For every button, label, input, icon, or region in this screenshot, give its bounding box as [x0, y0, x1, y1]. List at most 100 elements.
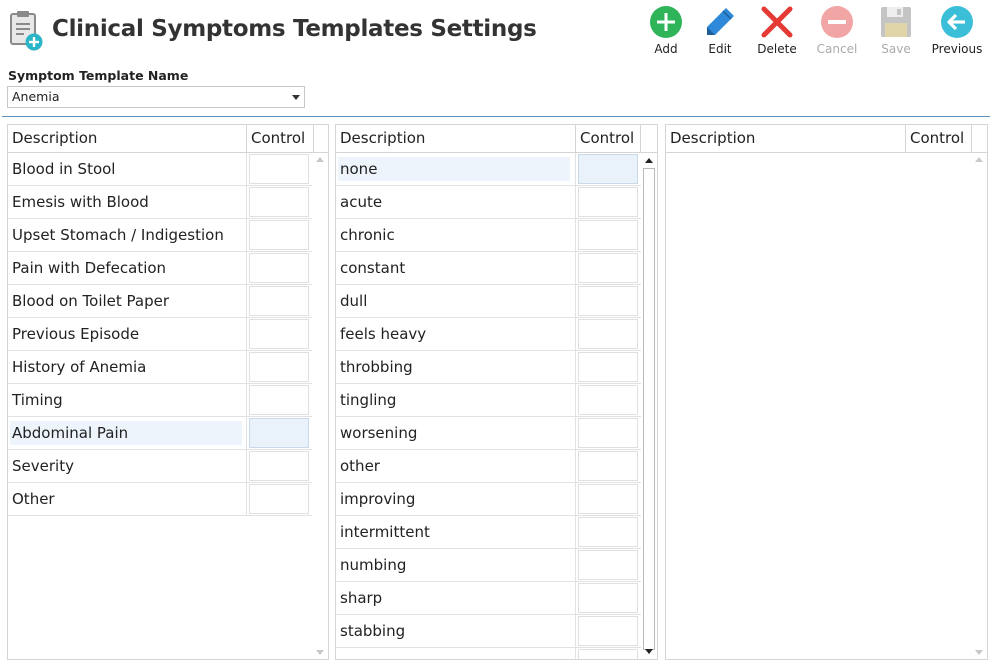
table-row[interactable]: Emesis with Blood: [8, 186, 312, 219]
close-x-icon: [761, 6, 793, 38]
table-row[interactable]: dull: [336, 285, 641, 318]
table-row[interactable]: Upset Stomach / Indigestion: [8, 219, 312, 252]
control-cell[interactable]: [578, 352, 638, 382]
cancel-label: Cancel: [816, 42, 858, 56]
row-description: throbbing: [340, 358, 413, 376]
control-cell[interactable]: [578, 616, 638, 646]
table-row[interactable]: Blood on Toilet Paper: [8, 285, 312, 318]
control-column-header[interactable]: Control: [905, 125, 971, 152]
control-cell[interactable]: [578, 385, 638, 415]
template-name-dropdown[interactable]: Anemia: [7, 86, 305, 108]
control-cell[interactable]: [578, 583, 638, 613]
control-cell[interactable]: [578, 220, 638, 250]
control-cell[interactable]: [578, 517, 638, 547]
row-description: Emesis with Blood: [12, 193, 149, 211]
control-cell[interactable]: [249, 154, 309, 184]
scroll-up-arrow-icon[interactable]: [645, 158, 653, 163]
table-row[interactable]: acute: [336, 186, 641, 219]
scroll-down-arrow-icon[interactable]: [645, 649, 653, 654]
symptom-list-grid: Description Control Blood in Stool Emesi…: [7, 124, 329, 660]
scrollbar-thumb[interactable]: [643, 168, 655, 650]
vertical-scrollbar[interactable]: [641, 153, 657, 659]
template-document-icon: [8, 10, 44, 52]
cancel-button[interactable]: Cancel: [807, 5, 867, 56]
control-cell[interactable]: [249, 385, 309, 415]
table-row[interactable]: improving: [336, 483, 641, 516]
control-cell[interactable]: [578, 319, 638, 349]
control-cell[interactable]: [249, 253, 309, 283]
grid-header: Description Control: [8, 125, 328, 153]
table-row[interactable]: Severity: [8, 450, 312, 483]
delete-button[interactable]: Delete: [747, 5, 807, 56]
table-row[interactable]: Pain with Defecation: [8, 252, 312, 285]
table-row[interactable]: other: [336, 450, 641, 483]
row-description: sharp: [340, 589, 383, 607]
control-cell[interactable]: [578, 154, 638, 184]
control-cell[interactable]: [578, 253, 638, 283]
add-button[interactable]: Add: [636, 5, 696, 56]
control-cell[interactable]: [249, 418, 309, 448]
table-row[interactable]: History of Anemia: [8, 351, 312, 384]
control-cell[interactable]: [578, 550, 638, 580]
table-row[interactable]: throbbing: [336, 351, 641, 384]
description-column-header[interactable]: Description: [8, 125, 246, 152]
table-row[interactable]: tingling: [336, 384, 641, 417]
control-cell[interactable]: [578, 484, 638, 514]
scroll-down-arrow-icon[interactable]: [975, 650, 983, 655]
control-column-header[interactable]: Control: [246, 125, 313, 152]
table-row[interactable]: Other: [8, 483, 312, 516]
vertical-scrollbar[interactable]: [312, 153, 328, 659]
delete-label: Delete: [757, 42, 797, 56]
table-row[interactable]: feels heavy: [336, 318, 641, 351]
row-description: numbing: [340, 556, 407, 574]
control-cell[interactable]: [249, 451, 309, 481]
control-cell[interactable]: [249, 286, 309, 316]
table-row[interactable]: constant: [336, 252, 641, 285]
table-row-partial[interactable]: [336, 648, 641, 659]
edit-button[interactable]: Edit: [690, 5, 750, 56]
control-cell[interactable]: [249, 484, 309, 514]
vertical-scrollbar[interactable]: [971, 153, 987, 659]
control-cell[interactable]: [249, 352, 309, 382]
table-row[interactable]: numbing: [336, 549, 641, 582]
table-row[interactable]: sharp: [336, 582, 641, 615]
chevron-down-icon[interactable]: [292, 95, 300, 100]
row-description: improving: [340, 490, 416, 508]
row-description: Previous Episode: [12, 325, 140, 343]
scroll-down-arrow-icon[interactable]: [316, 650, 324, 655]
control-cell[interactable]: [578, 649, 638, 659]
grid-header: Description Control: [666, 125, 987, 153]
row-description: tingling: [340, 391, 397, 409]
scroll-up-arrow-icon[interactable]: [975, 157, 983, 162]
table-row-selected[interactable]: none: [336, 153, 641, 186]
table-row[interactable]: worsening: [336, 417, 641, 450]
control-cell[interactable]: [249, 220, 309, 250]
table-row[interactable]: chronic: [336, 219, 641, 252]
table-row-selected[interactable]: Abdominal Pain: [8, 417, 312, 450]
table-row[interactable]: intermittent: [336, 516, 641, 549]
scroll-up-arrow-icon[interactable]: [316, 157, 324, 162]
row-description: other: [340, 457, 380, 475]
table-row[interactable]: Previous Episode: [8, 318, 312, 351]
row-description: Pain with Defecation: [12, 259, 167, 277]
control-cell[interactable]: [578, 451, 638, 481]
previous-button[interactable]: Previous: [927, 5, 987, 56]
toolbar: Add Edit Delete Cancel Save Previous: [630, 5, 991, 61]
description-column-header[interactable]: Description: [666, 125, 905, 152]
save-button[interactable]: Save: [866, 5, 926, 56]
row-description: chronic: [340, 226, 395, 244]
header-scroll-spacer: [971, 125, 987, 152]
template-name-value: Anemia: [12, 89, 60, 104]
row-description: Blood on Toilet Paper: [12, 292, 170, 310]
table-row[interactable]: stabbing: [336, 615, 641, 648]
table-row[interactable]: Blood in Stool: [8, 153, 312, 186]
control-cell[interactable]: [578, 286, 638, 316]
control-cell[interactable]: [578, 418, 638, 448]
control-cell[interactable]: [249, 319, 309, 349]
table-row[interactable]: Timing: [8, 384, 312, 417]
control-cell[interactable]: [249, 187, 309, 217]
row-description: intermittent: [340, 523, 430, 541]
control-column-header[interactable]: Control: [575, 125, 640, 152]
description-column-header[interactable]: Description: [336, 125, 575, 152]
control-cell[interactable]: [578, 187, 638, 217]
